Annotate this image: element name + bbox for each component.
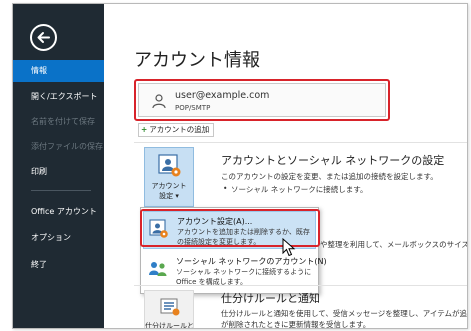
sidebar-item-save-as[interactable]: 名前を付けて保存 [13,111,104,133]
background-text-fragment: や整理を利用して、メールボックスのサイズ [320,240,468,249]
section-description: このアカウントの設定を変更、または追加の接続を設定します。 [221,172,438,181]
sidebar-item-office-account[interactable]: Office アカウント [13,201,104,223]
page-title: アカウント情報 [134,50,260,71]
rules-and-alerts-button[interactable]: 仕分けルールと [144,290,194,329]
section-divider [134,142,467,143]
account-settings-button[interactable]: アカウント 設定 ▾ [144,147,194,207]
rules-section-description: 仕分けルールと通知を使用して、受信メッセージを整理し、アイテムが追 が削除された… [221,309,467,329]
sidebar-divider [31,190,91,191]
main-content: アカウント情報 user@example.com POP/SMTP + アカウント… [104,4,467,328]
section-bullet: ソーシャル ネットワークに接続します。 [223,184,368,195]
sidebar-item-exit[interactable]: 終了 [13,254,104,276]
sidebar-item-open-export[interactable]: 開く/エクスポート [13,86,104,108]
account-settings-label: アカウント 設定 ▾ [151,182,187,200]
section-divider [134,285,467,286]
section-title: アカウントとソーシャル ネットワークの設定 [221,154,445,167]
sidebar-item-options[interactable]: オプション [13,227,104,249]
sidebar-item-print[interactable]: 印刷 [13,161,104,183]
menu-item-title: ソーシャル ネットワークのアカウント(N) [176,257,327,266]
highlight-box-account [134,79,390,121]
sidebar-item-save-attachments[interactable]: 添付ファイルの保存 [13,136,104,158]
account-settings-icon [158,154,182,182]
people-icon [148,259,168,283]
mouse-pointer-icon [282,237,296,262]
back-arrow-icon[interactable] [30,24,57,51]
rules-icon [159,296,181,322]
add-account-label: アカウントの追加 [149,125,210,134]
rules-button-label: 仕分けルールと [145,322,194,329]
plus-icon: + [141,125,148,134]
backstage-sidebar: 情報 開く/エクスポート 名前を付けて保存 添付ファイルの保存 印刷 Offic… [13,4,104,328]
rules-section-title: 仕分けルールと通知 [221,292,320,305]
sidebar-item-info[interactable]: 情報 [13,60,104,82]
outlook-backstage-window: 情報 開く/エクスポート 名前を付けて保存 添付ファイルの保存 印刷 Offic… [12,3,468,329]
add-account-button[interactable]: + アカウントの追加 [138,123,215,137]
